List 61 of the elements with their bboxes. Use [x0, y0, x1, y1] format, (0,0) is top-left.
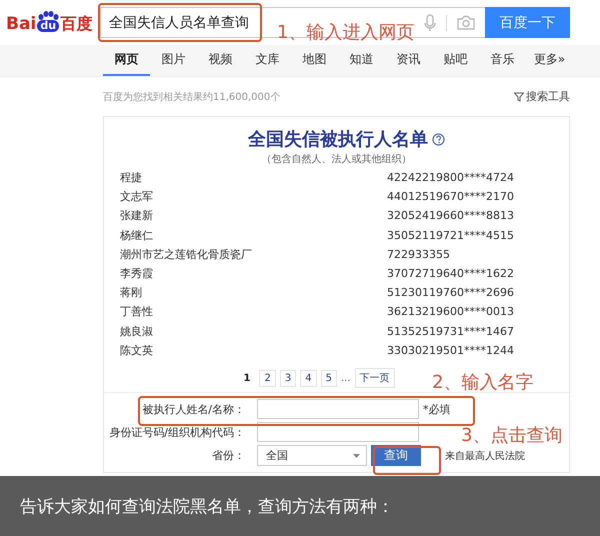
page-link[interactable]: 5 — [320, 370, 337, 387]
source-note: 来自最高人民法院 — [445, 450, 525, 463]
filter-icon — [514, 92, 524, 102]
person-name: 蒋刚 — [120, 285, 143, 302]
field-label: 被执行人姓名/名称： — [141, 402, 246, 417]
person-name: 陈文英 — [120, 342, 154, 359]
logo-text: Bai — [6, 14, 36, 34]
id-number: 36213219600****0013 — [387, 304, 515, 320]
id-number: 722933355 — [387, 246, 451, 263]
page-link[interactable]: 3 — [280, 370, 296, 387]
caption-text: 告诉大家如何查询法院黑名单，查询方法有两种： — [20, 496, 394, 518]
required-note: *必填 — [423, 402, 450, 417]
id-number: 33030219501****1244 — [387, 342, 515, 359]
nav-tab[interactable]: 知道 — [338, 45, 385, 76]
help-icon — [432, 132, 445, 146]
search-button[interactable]: 百度一下 — [485, 7, 570, 38]
person-name: 杨继仁 — [120, 228, 154, 244]
annotation-text: 2、输入名字 — [432, 371, 534, 394]
logo-badge: du — [37, 20, 60, 32]
nav-tab[interactable]: 视频 — [197, 45, 244, 76]
province-dropdown[interactable]: 全国 — [257, 445, 367, 466]
person-name: 丁善性 — [120, 304, 154, 320]
caret-icon — [353, 454, 360, 458]
logo-text: 百度 — [60, 14, 92, 34]
page-link[interactable]: 4 — [300, 370, 317, 387]
card-title[interactable]: 全国失信被执行人名单 — [248, 127, 428, 151]
person-name: 程捷 — [120, 170, 143, 186]
input-field[interactable] — [257, 399, 419, 420]
paw-icon — [37, 11, 60, 20]
input-field[interactable] — [257, 422, 419, 442]
nav-tab[interactable]: 贴吧 — [432, 45, 479, 76]
field-label: 省份： — [211, 448, 246, 464]
nav-tab[interactable]: 音乐 — [479, 45, 526, 76]
nav-tab[interactable]: 网页 — [103, 45, 150, 76]
person-name: 文志军 — [120, 189, 154, 206]
page-link[interactable]: 1 — [238, 370, 256, 387]
id-number: 51352519731****1467 — [387, 324, 515, 340]
card-subtitle: （包含自然人、法人或其他组织） — [260, 152, 412, 166]
nav-tab[interactable]: 图片 — [150, 45, 197, 76]
highlight-frame — [373, 446, 441, 475]
person-name: 张建新 — [120, 208, 154, 224]
id-number: 42242219800****4724 — [387, 170, 515, 186]
id-number: 51230119760****2696 — [387, 285, 515, 302]
id-number: 32052419660****8813 — [387, 208, 515, 224]
id-number: 44012519670****2170 — [387, 189, 515, 206]
ellipsis: ... — [340, 372, 350, 384]
page-link[interactable]: 2 — [259, 370, 276, 387]
annotation-text: 3、点击查询 — [461, 424, 562, 447]
field-label: 身份证号码/组织机构代码： — [108, 424, 246, 440]
search-tools-link[interactable]: 搜索工具 — [514, 89, 570, 104]
person-name: 李秀霞 — [120, 266, 154, 282]
result-count: 百度为您找到相关结果约11,600,000个 — [103, 90, 280, 104]
id-number: 35052119721****4515 — [387, 228, 515, 244]
id-number: 37072719640****1622 — [387, 266, 515, 282]
nav-tab[interactable]: 更多» — [526, 45, 573, 76]
nav-tab[interactable]: 资讯 — [385, 45, 432, 76]
nav-tab[interactable]: 文库 — [244, 45, 291, 76]
next-page-link[interactable]: 下一页 — [354, 368, 394, 388]
nav-tab[interactable]: 地图 — [291, 45, 338, 76]
person-name: 姚良淑 — [120, 324, 154, 340]
person-name: 潮州市艺之莲锆化骨质瓷厂 — [120, 246, 253, 263]
